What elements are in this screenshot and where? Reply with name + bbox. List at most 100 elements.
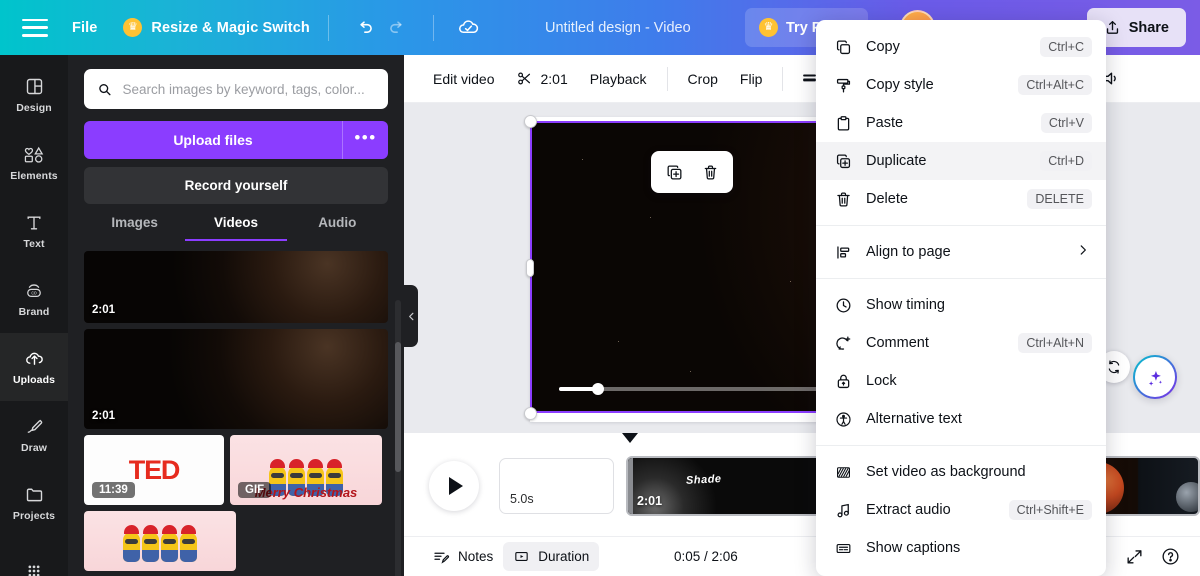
trim-button[interactable]: 2:01 <box>505 63 578 94</box>
sidebar-item-uploads[interactable]: Uploads <box>0 333 68 401</box>
moon-art <box>1176 482 1198 512</box>
menu-item-paste[interactable]: Paste Ctrl+V <box>816 104 1106 142</box>
menu-divider-2 <box>816 278 1106 279</box>
menu-shortcut-delete: DELETE <box>1027 189 1092 209</box>
hamburger-icon[interactable] <box>22 18 48 37</box>
menu-label-copy-style: Copy style <box>866 77 934 93</box>
search-input[interactable] <box>122 81 375 97</box>
timeline-play-button[interactable] <box>429 461 479 511</box>
uploads-panel: Upload files ••• Record yourself Images … <box>68 55 404 576</box>
list-item[interactable]: 2:01 <box>84 329 388 429</box>
menu-item-delete[interactable]: Delete DELETE <box>816 180 1106 218</box>
fullscreen-icon[interactable] <box>1118 541 1150 573</box>
upload-more-button[interactable]: ••• <box>342 121 388 159</box>
help-icon[interactable] <box>1154 541 1186 573</box>
sidebar-item-draw[interactable]: Draw <box>0 401 68 469</box>
copy-icon <box>834 38 858 57</box>
menu-item-copy[interactable]: Copy Ctrl+C <box>816 28 1106 66</box>
file-menu-button[interactable]: File <box>72 20 97 36</box>
list-item[interactable]: 2:01 <box>84 251 388 323</box>
crop-button[interactable]: Crop <box>677 64 729 94</box>
list-item[interactable]: TED 11:39 <box>84 435 224 505</box>
thumb-duration-4: GIF <box>238 482 272 498</box>
menu-label-align-to-page: Align to page <box>866 244 951 260</box>
minions-art-2 <box>123 525 197 571</box>
duplicate-icon[interactable] <box>657 155 691 189</box>
menu-item-duplicate[interactable]: Duplicate Ctrl+D <box>816 142 1106 180</box>
design-title[interactable]: Untitled design - Video <box>545 0 691 55</box>
panel-scrollbar[interactable] <box>395 300 401 576</box>
duplicate-icon <box>834 152 858 171</box>
background-icon <box>834 463 858 482</box>
accessibility-icon <box>834 410 858 429</box>
menu-item-comment[interactable]: Comment Ctrl+Alt+N <box>816 324 1106 362</box>
left-rail: Design Elements Text co Brand Uploads Dr… <box>0 55 68 576</box>
menu-item-set-video-as-background[interactable]: Set video as background <box>816 453 1106 491</box>
clip-trim-handle[interactable] <box>628 458 633 514</box>
uploads-tabs: Images Videos Audio <box>84 215 388 241</box>
resize-handle-bl[interactable] <box>524 407 537 420</box>
paste-icon <box>834 114 858 133</box>
duration-button[interactable]: Duration <box>503 542 600 571</box>
collapse-panel-button[interactable] <box>404 285 418 347</box>
sidebar-item-design[interactable]: Design <box>0 61 68 129</box>
edit-video-button[interactable]: Edit video <box>422 64 505 94</box>
resize-handle-left[interactable] <box>526 259 534 277</box>
divider-2 <box>782 66 784 91</box>
search-icon <box>99 83 111 95</box>
menu-label-show-captions: Show captions <box>866 540 961 556</box>
menu-item-show-captions[interactable]: Show captions <box>816 529 1106 567</box>
tab-audio[interactable]: Audio <box>287 215 388 241</box>
sidebar-item-text[interactable]: Text <box>0 197 68 265</box>
menu-item-copy-style[interactable]: Copy style Ctrl+Alt+C <box>816 66 1106 104</box>
tab-videos[interactable]: Videos <box>185 215 287 241</box>
play-icon <box>449 477 463 495</box>
media-grid: 2:01 2:01 TED 11:39 Merry Christmas GIF <box>84 251 388 576</box>
menu-item-extract-audio[interactable]: Extract audio Ctrl+Shift+E <box>816 491 1106 529</box>
list-item[interactable]: Merry Christmas GIF <box>230 435 382 505</box>
playhead-marker[interactable] <box>622 433 638 443</box>
magic-sparkle-icon[interactable] <box>1133 355 1177 399</box>
flip-button[interactable]: Flip <box>729 64 774 94</box>
apps-grid-icon <box>28 565 40 576</box>
captions-icon <box>834 539 858 558</box>
tab-images[interactable]: Images <box>84 215 185 241</box>
sidebar-item-elements[interactable]: Elements <box>0 129 68 197</box>
chevron-left-icon <box>408 312 413 320</box>
undo-icon[interactable] <box>347 11 381 45</box>
trash-icon <box>834 190 858 209</box>
menu-item-lock[interactable]: Lock <box>816 362 1106 400</box>
resize-label: Resize & Magic Switch <box>151 19 310 36</box>
sidebar-item-label-draw: Draw <box>20 442 48 454</box>
resize-handle-tl[interactable] <box>524 115 537 128</box>
sidebar-item-brand[interactable]: co Brand <box>0 265 68 333</box>
menu-shortcut-paste: Ctrl+V <box>1040 113 1092 133</box>
upload-share-icon <box>1106 21 1118 34</box>
search-box[interactable] <box>84 69 388 109</box>
resize-magic-switch-button[interactable]: ♛ Resize & Magic Switch <box>123 18 310 37</box>
menu-label-lock: Lock <box>866 373 897 389</box>
menu-label-delete: Delete <box>866 191 908 207</box>
text-icon <box>27 216 41 229</box>
menu-item-alternative-text[interactable]: Alternative text <box>816 400 1106 438</box>
redo-icon[interactable] <box>381 11 415 45</box>
cloud-saved-icon[interactable] <box>452 11 486 45</box>
ted-logo: TED <box>128 454 181 485</box>
align-icon <box>834 243 858 262</box>
sidebar-item-projects[interactable]: Projects <box>0 469 68 537</box>
page-thumbnail-card[interactable]: 5.0s <box>499 458 614 514</box>
notes-button[interactable]: Notes <box>422 542 503 572</box>
menu-item-align-to-page[interactable]: Align to page <box>816 233 1106 271</box>
uploads-icon <box>25 352 43 365</box>
list-item[interactable] <box>84 511 236 571</box>
scissors-icon <box>518 72 531 85</box>
time-display: 0:05 / 2:06 <box>674 549 738 564</box>
clip-overlay-text: Shade <box>685 473 722 487</box>
menu-item-show-timing[interactable]: Show timing <box>816 286 1106 324</box>
menu-shortcut-copy-style: Ctrl+Alt+C <box>1018 75 1092 95</box>
sidebar-item-apps[interactable] <box>0 537 68 576</box>
record-yourself-button[interactable]: Record yourself <box>84 167 388 204</box>
trash-icon[interactable] <box>693 155 727 189</box>
playback-button[interactable]: Playback <box>579 64 658 94</box>
upload-files-button[interactable]: Upload files <box>84 121 342 159</box>
